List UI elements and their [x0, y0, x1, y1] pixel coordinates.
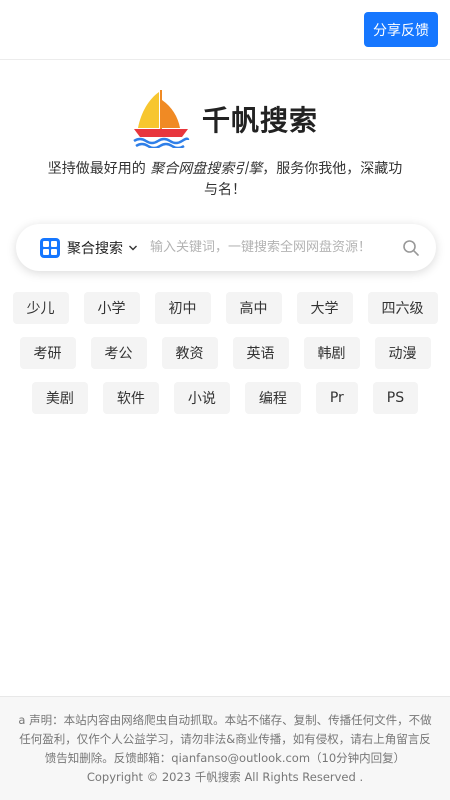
tag-item[interactable]: 考公	[90, 337, 147, 369]
slogan-emphasis: 聚合网盘搜索引擎	[150, 161, 263, 177]
tag-item[interactable]: 小说	[173, 382, 230, 414]
tag-item[interactable]: 英语	[232, 337, 289, 369]
tag-item[interactable]: 韩剧	[303, 337, 360, 369]
search-engine-select[interactable]: 聚合搜索	[67, 238, 123, 258]
brand-logo[interactable]: 千帆搜索	[0, 90, 450, 148]
tag-row: 美剧 软件 小说 编程 Pr PS	[0, 382, 450, 414]
brand-name: 千帆搜索	[201, 104, 318, 137]
copyright-text: Copyright © 2023 千帆搜索 All Rights Reserve…	[86, 770, 364, 784]
tag-item[interactable]: 软件	[102, 382, 159, 414]
search-input[interactable]	[150, 240, 396, 255]
footer: a 声明：本站内容由网络爬虫自动抓取。本站不储存、复制、传播任何文件，不做任何盈…	[0, 696, 450, 800]
tag-item[interactable]: 大学	[296, 292, 353, 324]
tag-item[interactable]: 编程	[244, 382, 301, 414]
tag-row: 少儿 小学 初中 高中 大学 四六级	[0, 292, 450, 324]
hot-tags: 少儿 小学 初中 高中 大学 四六级 考研 考公 教资 英语 韩剧 动漫 美剧 …	[0, 292, 450, 427]
slogan: 坚持做最好用的 聚合网盘搜索引擎，服务你我他，深藏功与名！	[45, 159, 405, 201]
sailboat-logo-icon	[133, 90, 190, 148]
grid-icon[interactable]	[40, 237, 60, 258]
tag-item[interactable]: Pr	[315, 382, 358, 414]
tag-item[interactable]: 初中	[154, 292, 211, 324]
feedback-button[interactable]: 分享反馈	[364, 12, 438, 47]
tag-item[interactable]: 美剧	[31, 382, 88, 414]
tag-item[interactable]: PS	[372, 382, 419, 414]
tag-item[interactable]: 四六级	[367, 292, 438, 324]
search-icon[interactable]	[402, 239, 420, 257]
search-bar: 聚合搜索	[16, 224, 436, 271]
tag-row: 考研 考公 教资 英语 韩剧 动漫	[0, 337, 450, 369]
tag-item[interactable]: 动漫	[374, 337, 431, 369]
tag-item[interactable]: 教资	[161, 337, 218, 369]
tag-item[interactable]: 考研	[19, 337, 76, 369]
slogan-prefix: 坚持做最好用的	[47, 161, 151, 177]
tag-item[interactable]: 少儿	[12, 292, 69, 324]
top-bar: 分享反馈	[0, 0, 450, 60]
tag-item[interactable]: 小学	[83, 292, 140, 324]
disclaimer-text: a 声明：本站内容由网络爬虫自动抓取。本站不储存、复制、传播任何文件，不做任何盈…	[18, 713, 432, 765]
chevron-down-icon[interactable]	[128, 243, 138, 253]
tag-item[interactable]: 高中	[225, 292, 282, 324]
